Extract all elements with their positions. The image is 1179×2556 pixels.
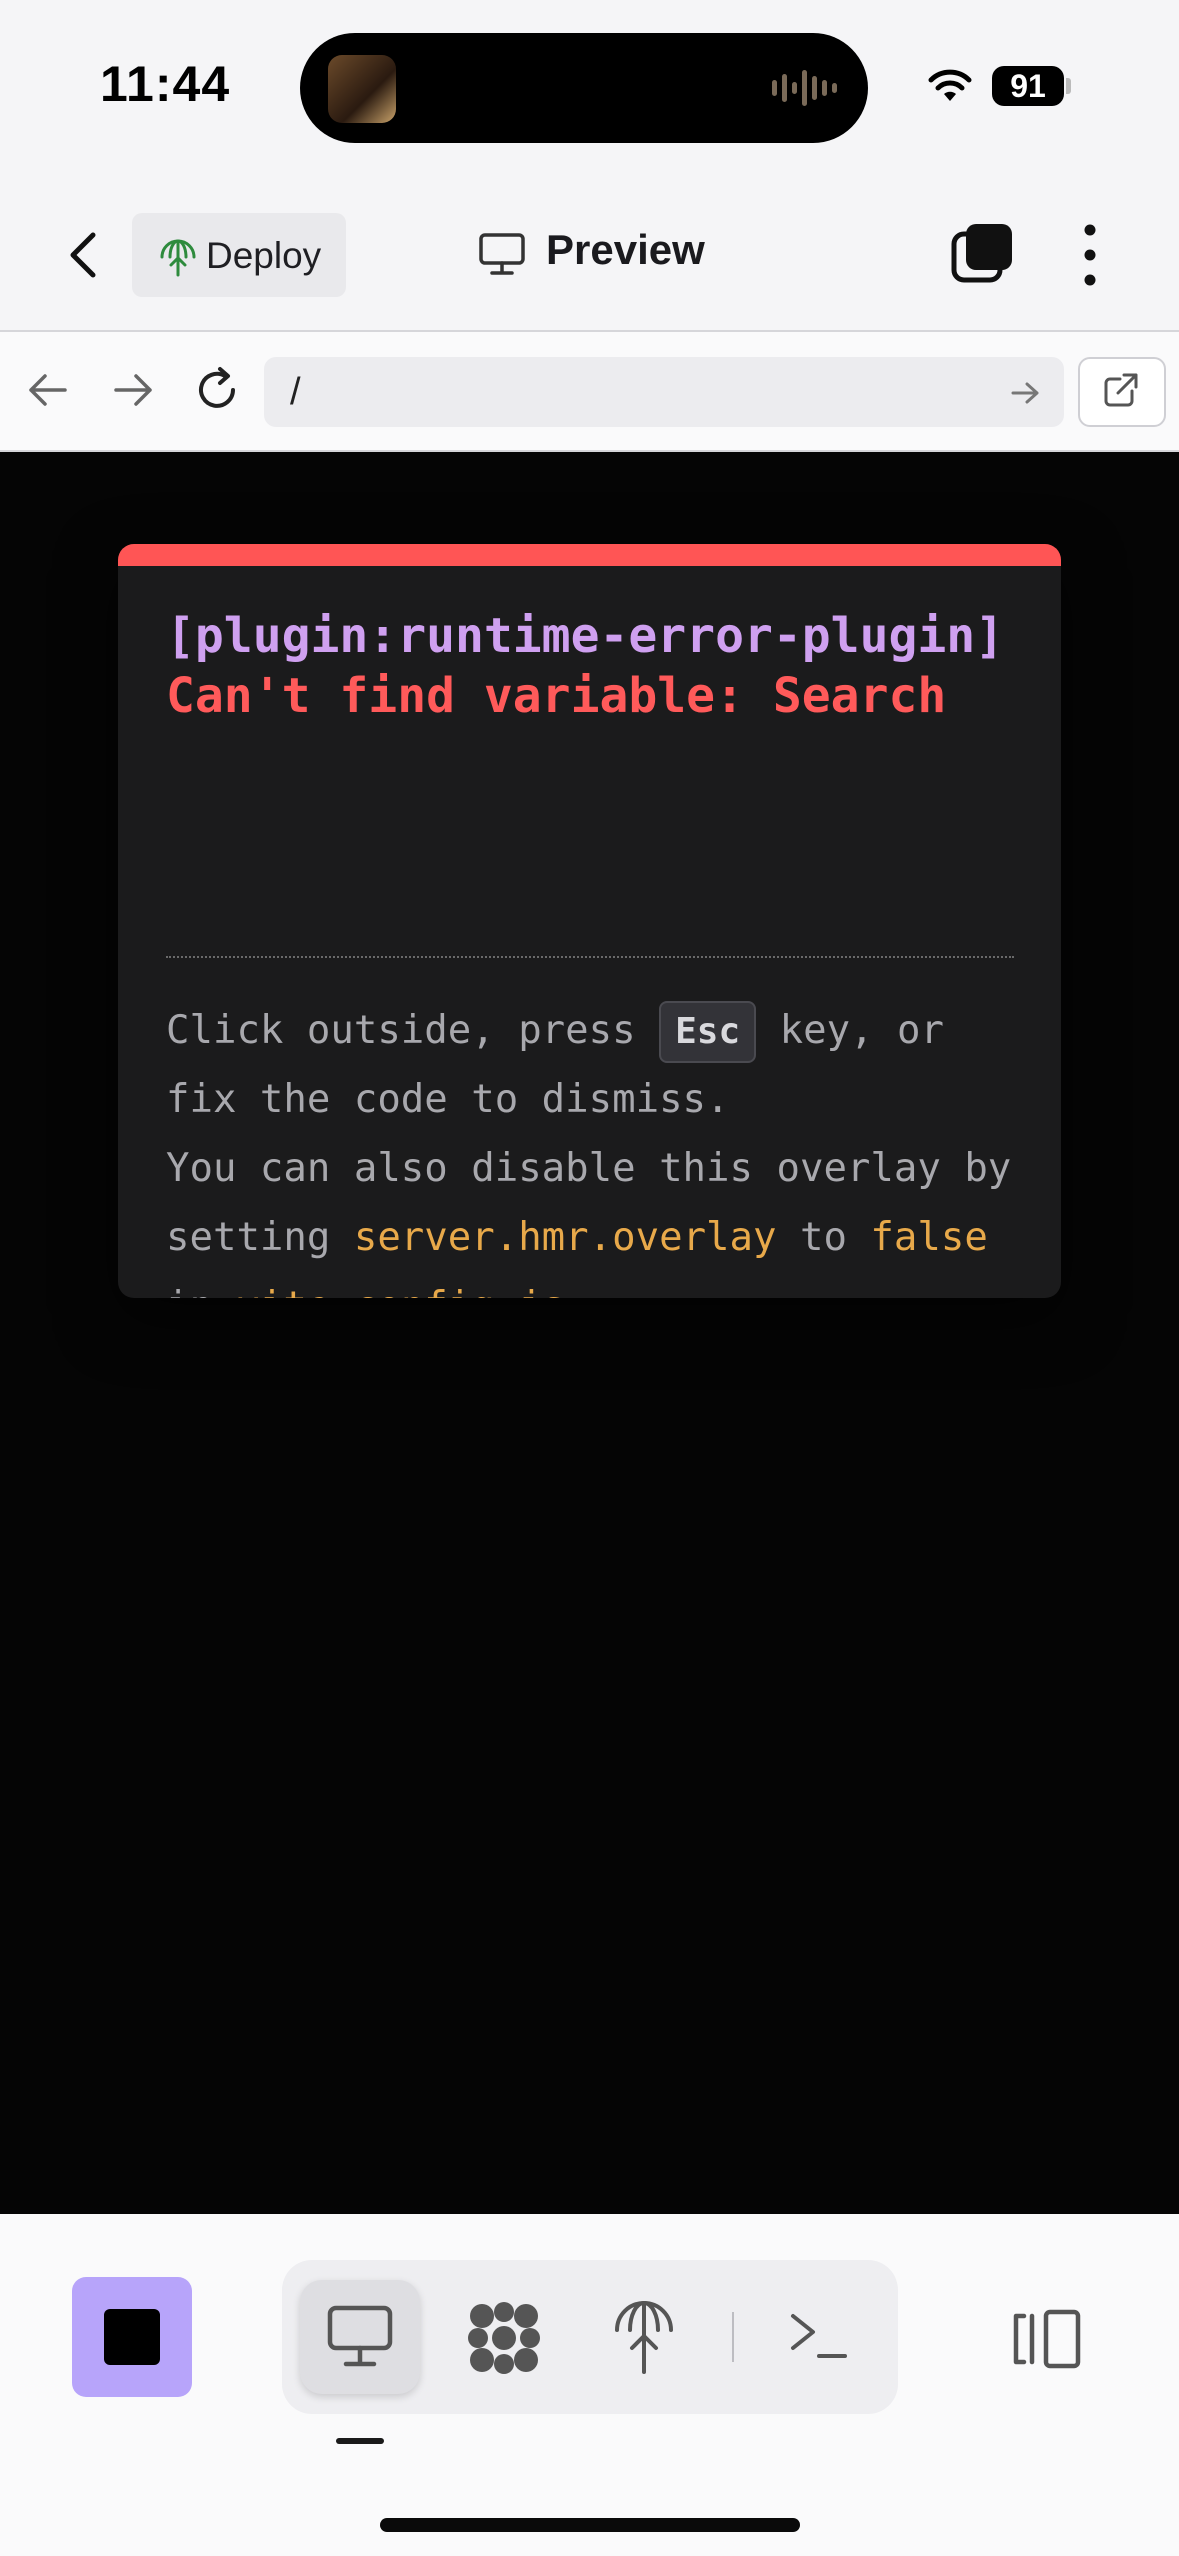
- error-overlay[interactable]: [plugin:runtime-error-plugin] Can't find…: [118, 544, 1061, 1298]
- error-plugin: [plugin:runtime-error-plugin]: [166, 608, 1005, 664]
- error-tip: Click outside, press Esc key, or fix the…: [166, 996, 1026, 1298]
- arrow-left-icon[interactable]: [25, 370, 71, 410]
- home-indicator[interactable]: [380, 2518, 800, 2532]
- tip-text: fix the code to dismiss.: [166, 1077, 730, 1122]
- split-view-icon[interactable]: [1010, 2306, 1084, 2372]
- tip-text: setting: [166, 1215, 354, 1260]
- url-bar: /: [0, 332, 1179, 452]
- tab-group: [282, 2260, 898, 2414]
- battery-icon: 91: [992, 66, 1064, 106]
- status-time: 11:44: [100, 56, 231, 112]
- stacked-windows-icon[interactable]: [950, 222, 1014, 286]
- page-title: Preview: [546, 226, 705, 273]
- tip-text: in: [166, 1284, 236, 1298]
- code-snippet: false: [870, 1215, 988, 1260]
- monitor-icon: [324, 2302, 396, 2370]
- arrow-right-icon[interactable]: [110, 370, 156, 410]
- audio-waveform-icon: [770, 68, 840, 108]
- tip-text: to: [776, 1215, 871, 1260]
- deploy-globe-arrow-icon: [158, 235, 198, 277]
- monitor-icon: [478, 232, 526, 276]
- stop-icon: [104, 2309, 160, 2365]
- chevron-left-icon[interactable]: [55, 225, 115, 285]
- battery-tip: [1066, 78, 1071, 94]
- dynamic-island[interactable]: [300, 33, 868, 143]
- esc-key: Esc: [659, 1001, 757, 1063]
- url-text: /: [290, 371, 301, 413]
- url-input[interactable]: /: [264, 357, 1064, 427]
- tip-text: You can also disable this overlay by: [166, 1146, 1012, 1191]
- status-bar: 11:44 91: [0, 0, 1179, 170]
- tip-text: Click outside, press: [166, 1008, 660, 1053]
- app-top-bar: Deploy Preview: [0, 170, 1179, 332]
- tip-text: key, or: [756, 1008, 944, 1053]
- packages-icon[interactable]: [464, 2298, 544, 2378]
- code-snippet: vite.config.js: [236, 1284, 565, 1298]
- active-tab-indicator: [336, 2438, 384, 2444]
- terminal-icon[interactable]: [787, 2308, 849, 2364]
- error-top-border: [118, 544, 1061, 566]
- tip-text: .: [565, 1284, 588, 1298]
- deploy-button[interactable]: Deploy: [132, 213, 346, 297]
- stop-button[interactable]: [72, 2277, 192, 2397]
- now-playing-artwork: [328, 55, 396, 123]
- divider: [166, 956, 1014, 958]
- external-link-icon[interactable]: [1078, 357, 1166, 427]
- tab-separator: [732, 2312, 734, 2362]
- bottom-toolbar: [0, 2214, 1179, 2556]
- go-arrow-icon[interactable]: [1009, 379, 1041, 407]
- wifi-icon: [925, 65, 975, 105]
- reload-icon[interactable]: [192, 365, 242, 415]
- tab-preview[interactable]: [300, 2280, 420, 2394]
- code-snippet: server.hmr.overlay: [353, 1215, 777, 1260]
- deploy-globe-arrow-icon[interactable]: [612, 2296, 676, 2376]
- vertical-dots-icon[interactable]: [1080, 220, 1100, 290]
- preview-area[interactable]: [plugin:runtime-error-plugin] Can't find…: [0, 452, 1179, 2214]
- error-message: Can't find variable: Search: [166, 668, 947, 724]
- deploy-label: Deploy: [206, 235, 322, 276]
